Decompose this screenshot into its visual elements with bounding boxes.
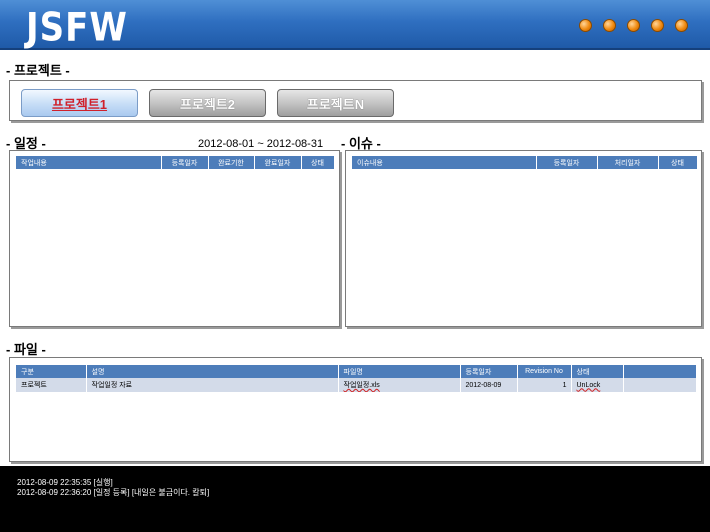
schedule-table: 작업내용 등록일자 완료기한 완료일자 상태: [16, 156, 335, 169]
app-header: JSFW: [0, 0, 710, 51]
column-header[interactable]: Revision No: [517, 365, 572, 378]
issue-panel: 이슈내용 등록일자 처리일자 상태: [345, 150, 702, 327]
file-description: 작업일정 자료: [86, 378, 339, 392]
status-dot-icon: [675, 19, 688, 32]
tab-project-n[interactable]: 프로젝트N: [277, 89, 394, 117]
status-dot-icon: [603, 19, 616, 32]
app-logo: JSFW: [26, 5, 128, 51]
column-header[interactable]: 처리일자: [597, 156, 659, 169]
column-header[interactable]: 완료일자: [254, 156, 302, 169]
column-header[interactable]: 이슈내용: [352, 156, 537, 169]
file-revision: 1: [517, 378, 572, 392]
column-header[interactable]: 등록일자: [536, 156, 598, 169]
column-header[interactable]: 파일명: [338, 365, 461, 378]
column-header[interactable]: 상태: [571, 365, 624, 378]
column-header: [623, 365, 697, 378]
issue-table: 이슈내용 등록일자 처리일자 상태: [352, 156, 698, 169]
table-row[interactable]: 프로젝트 작업일정 자료 작업일정.xls 2012-08-09 1 UnLoc…: [16, 378, 697, 392]
project-section-title: - 프로젝트 -: [6, 63, 70, 78]
column-header[interactable]: 설명: [86, 365, 339, 378]
column-header[interactable]: 완료기한: [208, 156, 255, 169]
log-line: 2012-08-09 22:36:20 [일정 등록] [내일은 불금이다. 칼…: [17, 488, 210, 497]
status-dots: [579, 19, 688, 32]
file-status[interactable]: UnLock: [571, 378, 624, 392]
column-header[interactable]: 작업내용: [16, 156, 162, 169]
column-header[interactable]: 등록일자: [161, 156, 209, 169]
file-category: 프로젝트: [16, 378, 87, 392]
column-header[interactable]: 구분: [16, 365, 87, 378]
files-table: 구분 설명 파일명 등록일자 Revision No 상태 프로젝트 작업일정 …: [16, 365, 697, 392]
column-header[interactable]: 등록일자: [460, 365, 518, 378]
schedule-table-header: 작업내용 등록일자 완료기한 완료일자 상태: [16, 156, 335, 169]
schedule-panel: 작업내용 등록일자 완료기한 완료일자 상태: [9, 150, 340, 327]
files-section-title: - 파일 -: [6, 342, 46, 357]
schedule-date-range[interactable]: 2012-08-01 ~ 2012-08-31: [198, 138, 323, 150]
column-header[interactable]: 상태: [658, 156, 698, 169]
file-extra-cell: [623, 378, 697, 392]
file-name-link[interactable]: 작업일정.xls: [338, 378, 461, 392]
files-table-header: 구분 설명 파일명 등록일자 Revision No 상태: [16, 365, 697, 378]
status-dot-icon: [627, 19, 640, 32]
project-tabs-panel: 프로젝트1 프로젝트2 프로젝트N: [9, 80, 702, 121]
log-console[interactable]: 2012-08-09 22:35:35 [실행] 2012-08-09 22:3…: [0, 466, 710, 532]
file-date: 2012-08-09: [460, 378, 518, 392]
status-dot-icon: [651, 19, 664, 32]
column-header[interactable]: 상태: [301, 156, 335, 169]
tab-project-1[interactable]: 프로젝트1: [21, 89, 138, 117]
files-panel: 구분 설명 파일명 등록일자 Revision No 상태 프로젝트 작업일정 …: [9, 357, 702, 462]
issue-table-header: 이슈내용 등록일자 처리일자 상태: [352, 156, 698, 169]
status-dot-icon: [579, 19, 592, 32]
tab-project-2[interactable]: 프로젝트2: [149, 89, 266, 117]
